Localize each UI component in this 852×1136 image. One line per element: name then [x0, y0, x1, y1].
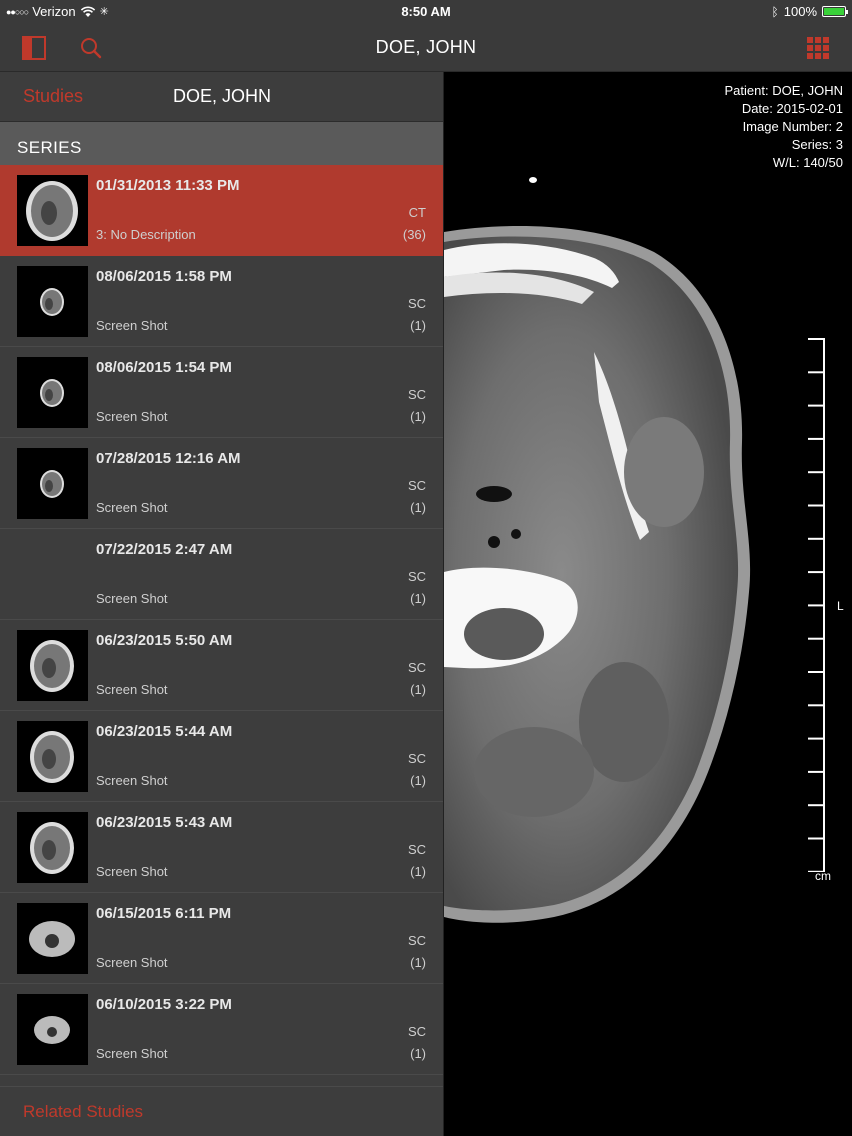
overlay-window-level: W/L: 140/50: [772, 155, 843, 170]
series-image-count: (1): [410, 955, 426, 970]
bluetooth-icon: ᛒ: [771, 4, 779, 19]
series-description: Screen Shot: [96, 500, 168, 515]
series-image-count: (1): [410, 500, 426, 515]
brain-scan-thumbnail-icon: [40, 470, 64, 498]
series-description: Screen Shot: [96, 591, 168, 606]
series-date: 06/15/2015 6:11 PM: [96, 905, 232, 922]
overlay-date: Date: 2015-02-01: [741, 101, 843, 116]
brain-scan-thumbnail-icon: [26, 181, 78, 241]
series-description: 3: No Description: [96, 227, 196, 242]
series-modality: CT: [408, 205, 426, 220]
series-image-count: (1): [410, 591, 426, 606]
series-image-count: (1): [410, 1046, 426, 1061]
series-modality: SC: [407, 842, 426, 857]
series-modality: SC: [407, 933, 426, 948]
series-row[interactable]: 07/28/2015 12:16 AM SC Screen Shot (1): [0, 438, 443, 529]
battery-icon: [822, 6, 848, 17]
series-modality: SC: [407, 387, 426, 402]
studies-back-link[interactable]: Studies: [23, 86, 83, 107]
series-date: 06/10/2015 3:22 PM: [96, 996, 232, 1013]
series-row[interactable]: 06/10/2015 3:22 PM SC Screen Shot (1): [0, 984, 443, 1075]
brain-scan-thumbnail-icon: [40, 379, 64, 407]
series-date: 07/28/2015 12:16 AM: [96, 450, 241, 467]
brain-scan-thumbnail-icon: [30, 640, 74, 692]
nav-bar: DOE, JOHN: [0, 24, 852, 72]
series-thumbnail: [17, 721, 88, 792]
series-modality: SC: [407, 1024, 426, 1039]
series-description: Screen Shot: [96, 318, 168, 333]
ct-scan-image[interactable]: [444, 72, 852, 1136]
image-viewer[interactable]: Patient: DOE, JOHN Date: 2015-02-01 Imag…: [444, 72, 852, 1136]
series-thumbnail: [17, 448, 88, 519]
related-divider: [0, 1086, 443, 1087]
brain-scan-thumbnail-icon: [40, 288, 64, 316]
series-description: Screen Shot: [96, 1046, 168, 1061]
brain-scan-thumbnail-icon: [30, 822, 74, 874]
series-modality: SC: [407, 569, 426, 584]
overlay-series: Series: 3: [791, 137, 843, 152]
series-date: 08/06/2015 1:54 PM: [96, 359, 232, 376]
panel-header: Studies DOE, JOHN: [0, 72, 443, 122]
series-row[interactable]: 06/15/2015 6:11 PM SC Screen Shot (1): [0, 893, 443, 984]
series-row[interactable]: 06/23/2015 5:44 AM SC Screen Shot (1): [0, 711, 443, 802]
series-description: Screen Shot: [96, 409, 168, 424]
series-image-count: (36): [402, 227, 426, 242]
overlay-patient: Patient: DOE, JOHN: [724, 83, 843, 98]
status-right: ᛒ 100%: [771, 4, 848, 19]
series-row[interactable]: 08/06/2015 1:54 PM SC Screen Shot (1): [0, 347, 443, 438]
series-modality: SC: [407, 751, 426, 766]
series-row[interactable]: 06/23/2015 5:43 AM SC Screen Shot (1): [0, 802, 443, 893]
status-time: 8:50 AM: [401, 4, 451, 19]
series-thumbnail: [17, 812, 88, 883]
panel-patient-name: DOE, JOHN: [173, 86, 272, 106]
battery-percent: 100%: [783, 4, 817, 19]
series-panel: Studies DOE, JOHN SERIES 01/31/2013 11:3…: [0, 72, 444, 1136]
brain-scan-thumbnail-icon: [34, 1016, 70, 1044]
series-modality: SC: [407, 478, 426, 493]
series-modality: SC: [407, 660, 426, 675]
series-thumbnail: [17, 175, 88, 246]
battery-fill: [824, 8, 844, 15]
series-thumbnail: [17, 994, 88, 1065]
series-date: 06/23/2015 5:44 AM: [96, 723, 233, 740]
series-image-count: (1): [410, 682, 426, 697]
series-modality: SC: [407, 296, 426, 311]
series-date: 01/31/2013 11:33 PM: [96, 177, 240, 194]
series-image-count: (1): [410, 864, 426, 879]
nav-title: DOE, JOHN: [375, 37, 477, 57]
series-thumbnail: [17, 539, 88, 610]
series-row[interactable]: 08/06/2015 1:58 PM SC Screen Shot (1): [0, 256, 443, 347]
series-row[interactable]: 01/31/2013 11:33 PM CT 3: No Description (3…: [0, 165, 443, 256]
series-description: Screen Shot: [96, 864, 168, 879]
series-description: Screen Shot: [96, 682, 168, 697]
related-studies-link[interactable]: Related Studies: [23, 1102, 143, 1122]
series-row[interactable]: 06/23/2015 5:50 AM SC Screen Shot (1): [0, 620, 443, 711]
ruler-unit-label: cm: [815, 869, 831, 883]
series-description: Screen Shot: [96, 773, 168, 788]
dicom-overlay: Patient: DOE, JOHN Date: 2015-02-01 Imag…: [725, 82, 843, 172]
series-section-header: SERIES: [0, 122, 443, 165]
series-description: Screen Shot: [96, 955, 168, 970]
series-image-count: (1): [410, 318, 426, 333]
series-row[interactable]: 07/22/2015 2:47 AM SC Screen Shot (1): [0, 529, 443, 620]
grid-icon[interactable]: [804, 34, 832, 62]
series-image-count: (1): [410, 773, 426, 788]
brain-scan-thumbnail-icon: [29, 921, 75, 957]
series-date: 07/22/2015 2:47 AM: [96, 541, 233, 558]
brain-scan-thumbnail-icon: [30, 731, 74, 783]
series-thumbnail: [17, 266, 88, 337]
series-list: 01/31/2013 11:33 PM CT 3: No Description (3…: [0, 165, 443, 1075]
orientation-label: L: [837, 599, 844, 613]
series-thumbnail: [17, 903, 88, 974]
series-date: 06/23/2015 5:43 AM: [96, 814, 233, 831]
status-bar: ●●○○○ Verizon ✳ 8:50 AM ᛒ 100%: [0, 0, 852, 24]
series-date: 08/06/2015 1:58 PM: [96, 268, 232, 285]
overlay-image-number: Image Number: 2: [742, 119, 843, 134]
scale-ruler: [808, 338, 825, 872]
series-thumbnail: [17, 630, 88, 701]
series-image-count: (1): [410, 409, 426, 424]
series-date: 06/23/2015 5:50 AM: [96, 632, 233, 649]
series-thumbnail: [17, 357, 88, 428]
